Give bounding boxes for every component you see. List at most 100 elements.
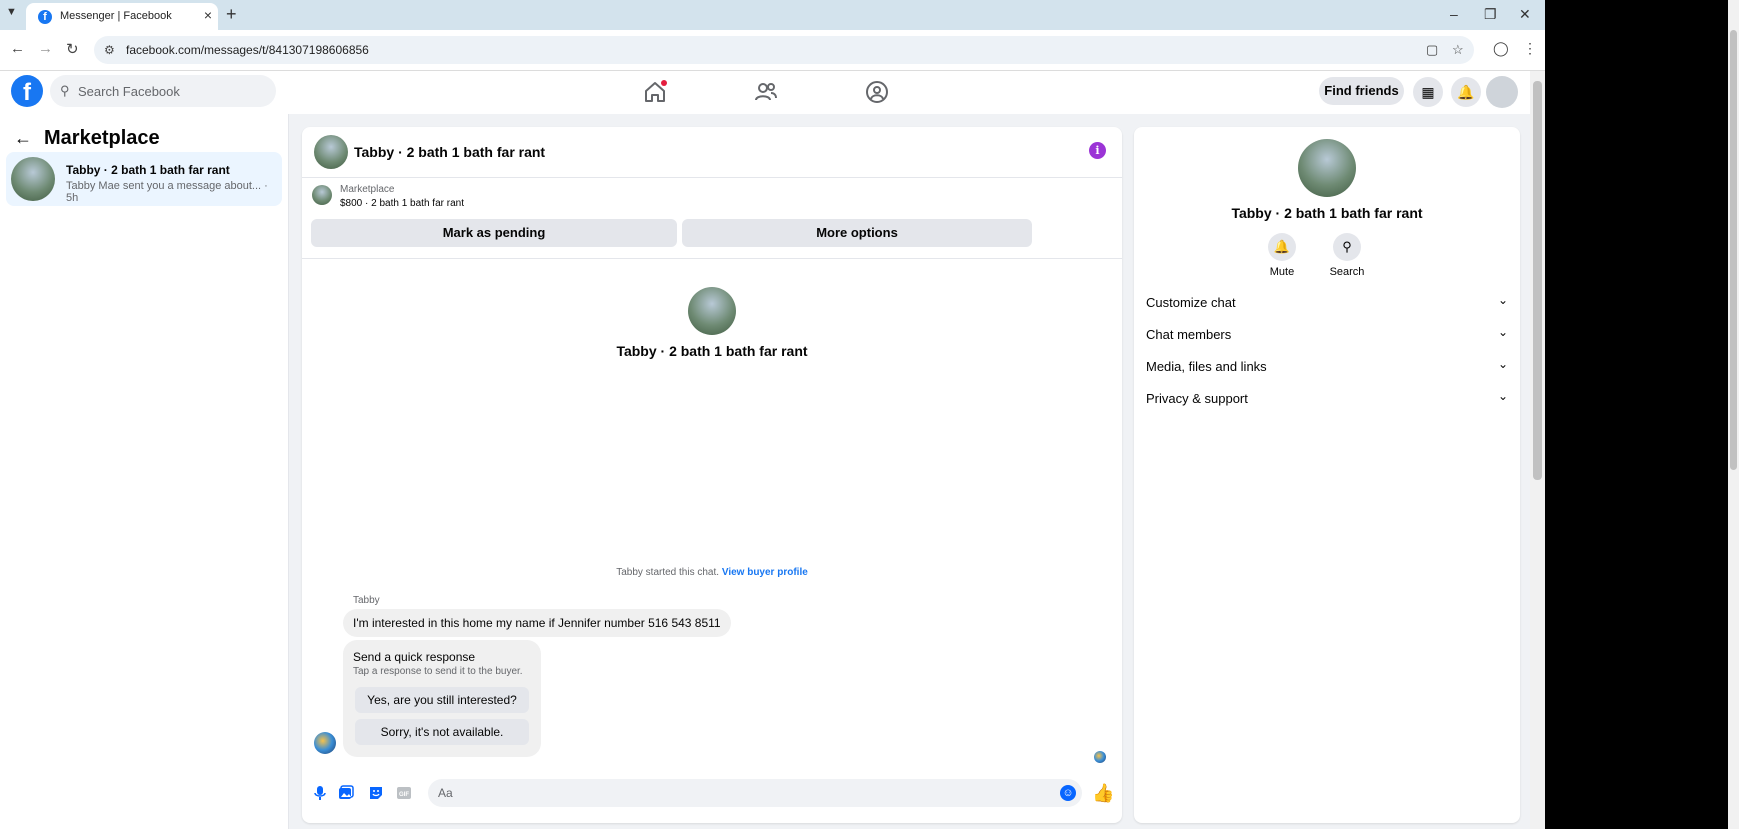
- like-thumbs-up-icon[interactable]: 👍: [1092, 783, 1114, 804]
- mark-as-pending-button[interactable]: Mark as pending: [311, 219, 677, 247]
- chat-members-section[interactable]: Chat members ⌄: [1146, 323, 1510, 347]
- marketplace-sidebar: ← Marketplace Tabby · 2 bath 1 bath far …: [0, 114, 289, 829]
- browser-tab[interactable]: f Messenger | Facebook ×: [26, 3, 218, 30]
- media-files-links-section[interactable]: Media, files and links ⌄: [1146, 355, 1510, 379]
- section-label: Media, files and links: [1146, 359, 1267, 374]
- conversation-avatar: [11, 157, 55, 201]
- section-label: Privacy & support: [1146, 391, 1248, 406]
- search-conversation-button[interactable]: ⚲ Search: [1322, 233, 1372, 278]
- search-placeholder: Search Facebook: [78, 84, 180, 99]
- new-tab-icon[interactable]: +: [226, 4, 237, 25]
- browser-window: ▼ f Messenger | Facebook × + – ❐ ✕ ← → ↻…: [0, 0, 1545, 829]
- conversation-item[interactable]: Tabby · 2 bath 1 bath far rant Tabby Mae…: [6, 152, 282, 206]
- chevron-down-icon: ⌄: [1497, 293, 1508, 307]
- account-avatar[interactable]: [1486, 76, 1518, 108]
- home-icon[interactable]: [642, 79, 668, 105]
- chat-header-name[interactable]: Tabby · 2 bath 1 bath far rant: [354, 144, 545, 160]
- sidebar-title: Marketplace: [44, 127, 160, 149]
- outer-scrollbar[interactable]: [1728, 0, 1739, 829]
- chevron-down-icon: ⌄: [1497, 389, 1508, 403]
- friends-icon[interactable]: [753, 79, 779, 105]
- install-app-icon[interactable]: ▢: [1426, 42, 1438, 58]
- desktop-background: [1545, 0, 1739, 829]
- section-label: Customize chat: [1146, 295, 1236, 310]
- tab-strip: ▼ f Messenger | Facebook × + – ❐ ✕: [0, 0, 1545, 30]
- emoji-icon[interactable]: ☺: [1060, 785, 1076, 801]
- mute-button[interactable]: 🔔 Mute: [1257, 233, 1307, 278]
- scrollbar-thumb[interactable]: [1533, 81, 1542, 480]
- more-options-button[interactable]: More options: [682, 219, 1032, 247]
- restore-icon[interactable]: ❐: [1484, 6, 1497, 23]
- profile-icon[interactable]: ◯: [1493, 40, 1509, 57]
- customize-chat-section[interactable]: Customize chat ⌄: [1146, 291, 1510, 315]
- menu-grid-icon[interactable]: ▦: [1413, 77, 1443, 107]
- message-sender: Tabby: [353, 595, 380, 606]
- info-icon[interactable]: i: [1089, 142, 1106, 159]
- forward-icon[interactable]: →: [38, 40, 53, 57]
- quick-response-still-interested-button[interactable]: Yes, are you still interested?: [355, 687, 529, 713]
- tab-title: Messenger | Facebook: [60, 10, 172, 22]
- sticker-icon[interactable]: [368, 785, 384, 801]
- conversation-name: Tabby · 2 bath 1 bath far rant: [66, 163, 230, 177]
- message-bubble[interactable]: I'm interested in this home my name if J…: [343, 609, 731, 637]
- chat-window: Tabby · 2 bath 1 bath far rant i Marketp…: [302, 127, 1122, 823]
- site-info-icon[interactable]: ⚙: [104, 43, 115, 57]
- chevron-down-icon: ⌄: [1497, 325, 1508, 339]
- chat-header: Tabby · 2 bath 1 bath far rant i: [302, 127, 1122, 178]
- message-composer: GIF Aa ☺ 👍: [302, 771, 1122, 815]
- address-bar[interactable]: ⚙ facebook.com/messages/t/84130719860685…: [94, 36, 1474, 64]
- details-avatar[interactable]: [1298, 139, 1356, 197]
- sender-avatar[interactable]: [314, 732, 336, 754]
- minimize-icon[interactable]: –: [1450, 6, 1458, 22]
- bell-icon: 🔔: [1268, 233, 1296, 261]
- page-scrollbar[interactable]: [1530, 71, 1545, 829]
- search-icon: ⚲: [60, 83, 70, 98]
- back-icon[interactable]: ←: [10, 40, 25, 57]
- find-friends-button[interactable]: Find friends: [1319, 77, 1404, 105]
- section-label: Chat members: [1146, 327, 1232, 342]
- quick-response-title: Send a quick response: [353, 650, 476, 664]
- quick-response-not-available-button[interactable]: Sorry, it's not available.: [355, 719, 529, 745]
- started-text: Tabby started this chat.: [616, 567, 720, 578]
- chat-details-panel: Tabby · 2 bath 1 bath far rant 🔔 Mute ⚲ …: [1134, 127, 1520, 823]
- messenger-page: ← Marketplace Tabby · 2 bath 1 bath far …: [0, 114, 1545, 829]
- conversation-preview: Tabby Mae sent you a message about... · …: [66, 180, 268, 204]
- notifications-bell-icon[interactable]: 🔔: [1451, 77, 1481, 107]
- close-window-icon[interactable]: ✕: [1519, 6, 1531, 23]
- groups-icon[interactable]: [864, 79, 890, 105]
- back-arrow-icon[interactable]: ←: [14, 128, 32, 149]
- chevron-down-icon: ⌄: [1497, 357, 1508, 371]
- facebook-header: f ⚲ Search Facebook Find friends ▦ 🔔: [0, 71, 1545, 115]
- gif-icon[interactable]: GIF: [396, 785, 412, 801]
- facebook-favicon-icon: f: [38, 10, 52, 24]
- url-text[interactable]: facebook.com/messages/t/841307198606856: [126, 43, 369, 57]
- view-buyer-profile-link[interactable]: View buyer profile: [722, 567, 808, 578]
- listing-price[interactable]: $800 · 2 bath 1 bath far rant: [340, 198, 464, 209]
- menu-dots-icon[interactable]: ⋮: [1523, 40, 1537, 57]
- close-tab-icon[interactable]: ×: [204, 7, 212, 23]
- browser-toolbar: ← → ↻ ⚙ facebook.com/messages/t/84130719…: [0, 30, 1545, 71]
- bookmark-star-icon[interactable]: ☆: [1452, 42, 1464, 58]
- outer-scrollbar-thumb[interactable]: [1730, 30, 1737, 470]
- facebook-logo-icon[interactable]: f: [11, 75, 43, 107]
- seen-indicator-avatar: [1094, 751, 1106, 763]
- message-input[interactable]: Aa ☺: [428, 779, 1082, 807]
- chat-header-avatar[interactable]: [314, 135, 348, 169]
- search-facebook-input[interactable]: ⚲ Search Facebook: [50, 75, 276, 107]
- chat-center-avatar: [688, 287, 736, 335]
- reload-icon[interactable]: ↻: [66, 40, 79, 58]
- chat-started-notice: Tabby started this chat. View buyer prof…: [302, 567, 1122, 578]
- message-input-placeholder: Aa: [438, 786, 453, 800]
- photo-icon[interactable]: [338, 785, 354, 801]
- quick-response-card: Send a quick response Tap a response to …: [343, 640, 541, 757]
- tab-list-chevron-icon[interactable]: ▼: [6, 6, 17, 18]
- privacy-support-section[interactable]: Privacy & support ⌄: [1146, 387, 1510, 411]
- listing-label: Marketplace: [340, 184, 395, 195]
- details-name: Tabby · 2 bath 1 bath far rant: [1231, 205, 1423, 221]
- listing-banner: Marketplace $800 · 2 bath 1 bath far ran…: [302, 178, 1122, 259]
- microphone-icon[interactable]: [312, 785, 328, 801]
- svg-text:GIF: GIF: [399, 792, 409, 798]
- listing-thumbnail[interactable]: [312, 185, 332, 205]
- quick-response-subtitle: Tap a response to send it to the buyer.: [353, 666, 523, 677]
- magnifier-icon: ⚲: [1333, 233, 1361, 261]
